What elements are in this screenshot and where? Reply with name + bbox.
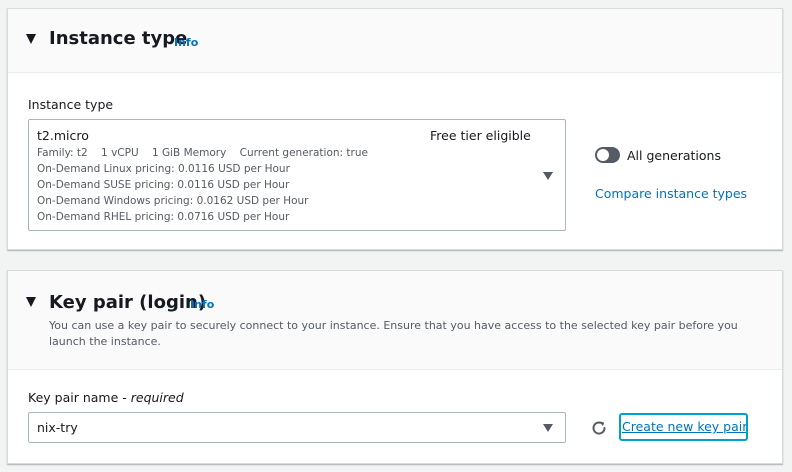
caret-down-icon[interactable] [26, 297, 36, 307]
key-pair-title: Key pair (login) [49, 292, 207, 313]
pricing-linux: On-Demand Linux pricing: 0.0116 USD per … [37, 163, 290, 175]
instance-type-title: Instance type [49, 28, 188, 49]
required-marker: required [130, 390, 184, 405]
instance-family-line: Family: t2 1 vCPU 1 GiB Memory Current g… [37, 147, 368, 159]
key-pair-panel: Key pair (login) Info You can use a key … [7, 270, 783, 464]
pricing-windows: On-Demand Windows pricing: 0.0162 USD pe… [37, 195, 309, 207]
dropdown-arrow-icon[interactable] [543, 424, 553, 432]
key-pair-name-label: Key pair name - required [28, 390, 184, 405]
caret-down-icon[interactable] [26, 34, 36, 44]
key-pair-label-text: Key pair name - [28, 390, 131, 405]
instance-type-select[interactable]: t2.micro Free tier eligible Family: t2 1… [28, 119, 566, 231]
key-pair-selected-value: nix-try [37, 420, 78, 435]
key-pair-select[interactable]: nix-try [28, 412, 566, 443]
toggle-knob [597, 149, 609, 161]
pricing-suse: On-Demand SUSE pricing: 0.0116 USD per H… [37, 179, 290, 191]
all-generations-label[interactable]: All generations [627, 148, 721, 163]
instance-name: t2.micro [37, 128, 89, 143]
instance-type-field-label: Instance type [28, 97, 114, 112]
dropdown-arrow-icon[interactable] [543, 172, 553, 180]
all-generations-toggle[interactable] [595, 147, 620, 163]
free-tier-badge: Free tier eligible [430, 128, 531, 143]
compare-instance-types-link[interactable]: Compare instance types [595, 186, 747, 201]
create-new-key-pair-link[interactable]: Create new key pair [619, 413, 748, 441]
key-pair-info-link[interactable]: Info [190, 298, 214, 311]
key-pair-description: You can use a key pair to securely conne… [49, 319, 738, 348]
instance-type-info-link[interactable]: Info [174, 36, 198, 49]
key-pair-header[interactable]: Key pair (login) Info You can use a key … [8, 271, 782, 370]
instance-type-panel: Instance type Info Instance type t2.micr… [7, 8, 783, 250]
pricing-rhel: On-Demand RHEL pricing: 0.0716 USD per H… [37, 211, 290, 223]
instance-type-header[interactable]: Instance type Info [8, 9, 782, 73]
refresh-icon[interactable] [590, 419, 608, 437]
